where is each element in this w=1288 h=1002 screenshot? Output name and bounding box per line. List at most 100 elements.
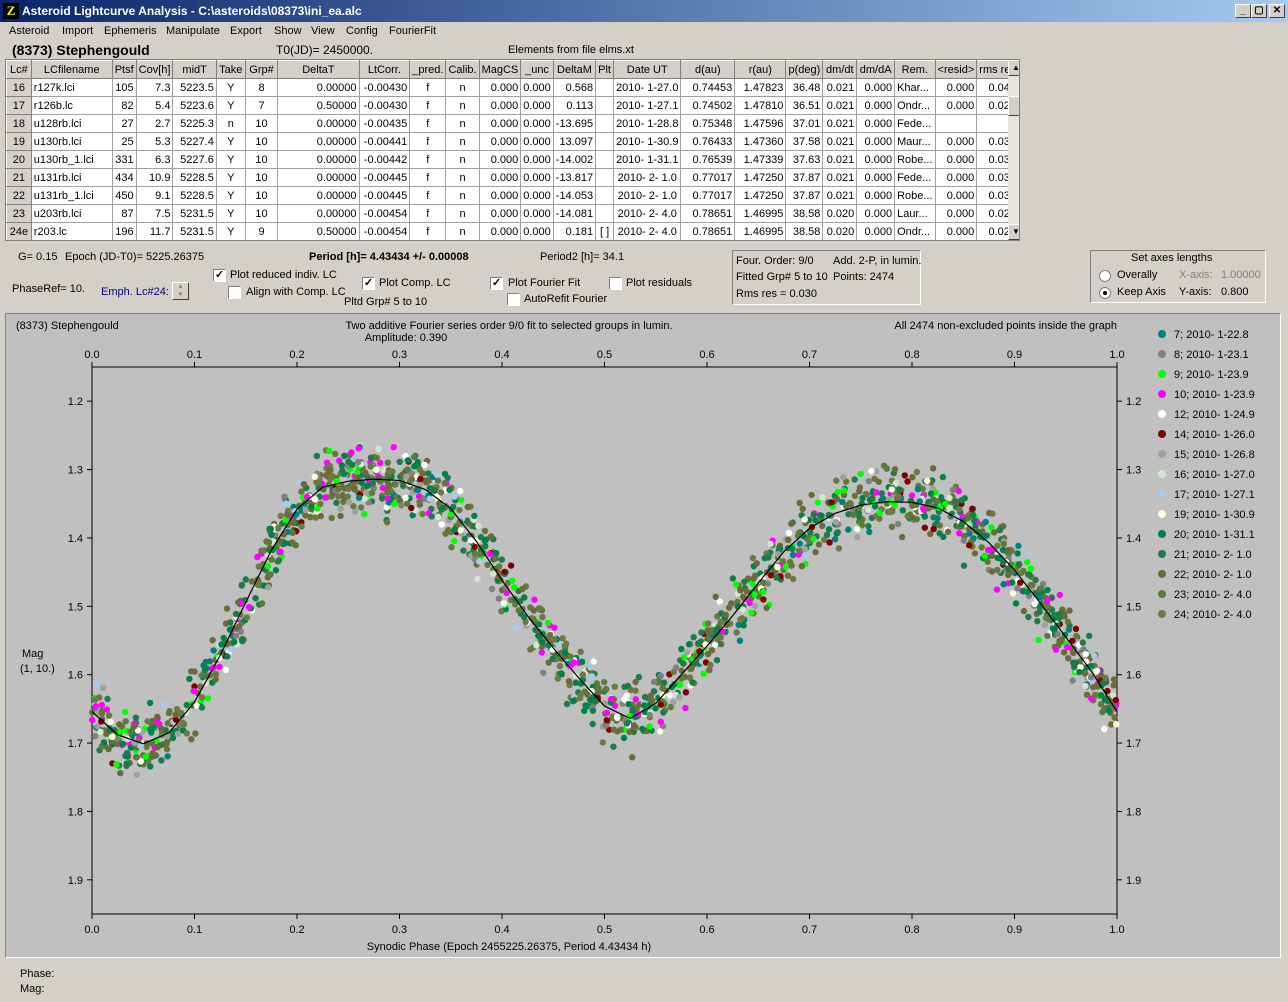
table-cell[interactable]: Robe...: [894, 150, 936, 169]
table-row[interactable]: 17 r126b.lc 82 5.4 5223.6 Y 7 0.50000 -0.00430 f n…: [6, 96, 1019, 115]
table-cell[interactable]: 0.000: [478, 150, 522, 169]
table-cell[interactable]: 2010- 1-30.9: [613, 132, 682, 151]
table-cell[interactable]: r126b.lc: [30, 96, 113, 115]
autorefit-checkbox[interactable]: [507, 293, 520, 306]
table-cell[interactable]: 0.000: [478, 78, 522, 97]
plot-fourier-checkbox[interactable]: ✓: [490, 277, 503, 290]
scroll-down-icon[interactable]: ▼: [1008, 224, 1019, 240]
table-cell[interactable]: f: [409, 78, 447, 97]
table-cell[interactable]: -0.00435: [358, 114, 411, 133]
table-cell[interactable]: 0.181: [552, 222, 597, 240]
table-cell[interactable]: 36.51: [785, 96, 824, 115]
column-header[interactable]: Ptsf: [111, 60, 137, 79]
table-cell[interactable]: 25: [111, 132, 137, 151]
table-cell[interactable]: r127k.lci: [30, 78, 113, 97]
column-header[interactable]: LtCorr.: [358, 60, 411, 79]
table-cell[interactable]: 10: [244, 114, 279, 133]
table-row[interactable]: 24e r203.lc 196 11.7 5231.5 Y 9 0.50000 -0.00454…: [6, 222, 1019, 240]
table-cell[interactable]: 1.46995: [734, 204, 787, 223]
table-cell[interactable]: 0.021: [822, 132, 858, 151]
table-cell[interactable]: u131rb_1.lci: [30, 186, 113, 205]
column-header[interactable]: _pred.: [409, 60, 447, 79]
table-cell[interactable]: f: [409, 222, 447, 240]
table-cell[interactable]: 0.000: [520, 168, 554, 187]
plot-residuals-checkbox[interactable]: [609, 277, 622, 290]
table-cell[interactable]: 2.7: [135, 114, 174, 133]
table-cell[interactable]: [595, 204, 615, 223]
table-cell[interactable]: 7.3: [135, 78, 174, 97]
table-row[interactable]: 21 u131rb.lci 434 10.9 5228.5 Y 10 0.00000 -0.00…: [6, 168, 1019, 187]
row-header[interactable]: 18: [6, 114, 32, 133]
table-cell[interactable]: 6.3: [135, 150, 174, 169]
row-header[interactable]: 17: [6, 96, 32, 115]
table-cell[interactable]: 10: [244, 186, 279, 205]
table-cell[interactable]: -0.00441: [358, 132, 411, 151]
table-cell[interactable]: -13.695: [552, 114, 597, 133]
table-cell[interactable]: -0.00430: [358, 78, 411, 97]
table-cell[interactable]: 0.000: [520, 150, 554, 169]
table-cell[interactable]: 0.00000: [277, 114, 360, 133]
table-cell[interactable]: 37.63: [785, 150, 824, 169]
table-cell[interactable]: n: [445, 150, 480, 169]
table-cell[interactable]: -14.081: [552, 204, 597, 223]
table-cell[interactable]: 10: [244, 204, 279, 223]
table-cell[interactable]: 37.87: [785, 168, 824, 187]
table-cell[interactable]: 0.77017: [680, 168, 736, 187]
table-row[interactable]: 18 u128rb.lci 27 2.7 5225.3 n 10 0.00000 -0.0043…: [6, 114, 1019, 133]
table-cell[interactable]: 9.1: [135, 186, 174, 205]
table-cell[interactable]: 0.00000: [277, 168, 360, 187]
table-cell[interactable]: f: [409, 186, 447, 205]
column-header[interactable]: LCfilename: [30, 60, 113, 79]
lightcurve-table[interactable]: Lc# LCfilename Ptsf Cov[h] midT Take Grp# Delta…: [5, 59, 1020, 241]
column-header[interactable]: dm/dt: [822, 60, 858, 79]
column-header[interactable]: midT: [172, 60, 217, 79]
table-cell[interactable]: Khar...: [894, 78, 936, 97]
table-cell[interactable]: 0.021: [822, 114, 858, 133]
row-header[interactable]: 19: [6, 132, 32, 151]
table-cell[interactable]: 0.77017: [680, 186, 736, 205]
table-cell[interactable]: 434: [111, 168, 137, 187]
column-header[interactable]: dm/dA: [856, 60, 896, 79]
column-header[interactable]: Rem.: [894, 60, 936, 79]
table-cell[interactable]: 0.000: [520, 132, 554, 151]
table-cell[interactable]: Y: [215, 78, 246, 97]
column-header[interactable]: Cov[h]: [135, 60, 174, 79]
table-cell[interactable]: 0.00000: [277, 78, 360, 97]
table-cell[interactable]: 0.000: [520, 186, 554, 205]
table-cell[interactable]: 0.000: [478, 186, 522, 205]
table-cell[interactable]: u128rb.lci: [30, 114, 113, 133]
table-cell[interactable]: 37.87: [785, 186, 824, 205]
row-header[interactable]: 24e: [6, 222, 32, 240]
emph-lc-spinner[interactable]: ▲ ▼: [172, 282, 189, 300]
table-cell[interactable]: [ ]: [595, 222, 615, 240]
table-cell[interactable]: 1.47596: [734, 114, 787, 133]
table-cell[interactable]: 82: [111, 96, 137, 115]
table-cell[interactable]: 10: [244, 132, 279, 151]
table-cell[interactable]: f: [409, 96, 447, 115]
table-cell[interactable]: 5225.3: [172, 114, 217, 133]
table-cell[interactable]: -13.817: [552, 168, 597, 187]
table-cell[interactable]: 0.000: [520, 204, 554, 223]
table-cell[interactable]: 0.000: [856, 168, 896, 187]
table-cell[interactable]: f: [409, 114, 447, 133]
table-cell[interactable]: Y: [215, 186, 246, 205]
table-cell[interactable]: u203rb.lci: [30, 204, 113, 223]
table-cell[interactable]: 10: [244, 150, 279, 169]
overally-radio[interactable]: [1099, 270, 1111, 282]
column-header[interactable]: Lc#: [6, 60, 32, 79]
column-header[interactable]: Calib.: [445, 60, 480, 79]
table-cell[interactable]: 1.47810: [734, 96, 787, 115]
table-cell[interactable]: 0.50000: [277, 222, 360, 240]
table-cell[interactable]: -0.00445: [358, 168, 411, 187]
table-cell[interactable]: 2010- 2- 4.0: [613, 222, 682, 240]
table-cell[interactable]: 0.021: [822, 168, 858, 187]
column-header[interactable]: Grp#: [244, 60, 279, 79]
table-cell[interactable]: Y: [215, 222, 246, 240]
table-cell[interactable]: n: [445, 96, 480, 115]
table-cell[interactable]: 0.000: [856, 186, 896, 205]
scroll-thumb[interactable]: [1008, 96, 1019, 116]
table-cell[interactable]: 0.000: [856, 132, 896, 151]
table-cell[interactable]: 0.76433: [680, 132, 736, 151]
table-cell[interactable]: 105: [111, 78, 137, 97]
table-cell[interactable]: 2010- 2- 1.0: [613, 186, 682, 205]
